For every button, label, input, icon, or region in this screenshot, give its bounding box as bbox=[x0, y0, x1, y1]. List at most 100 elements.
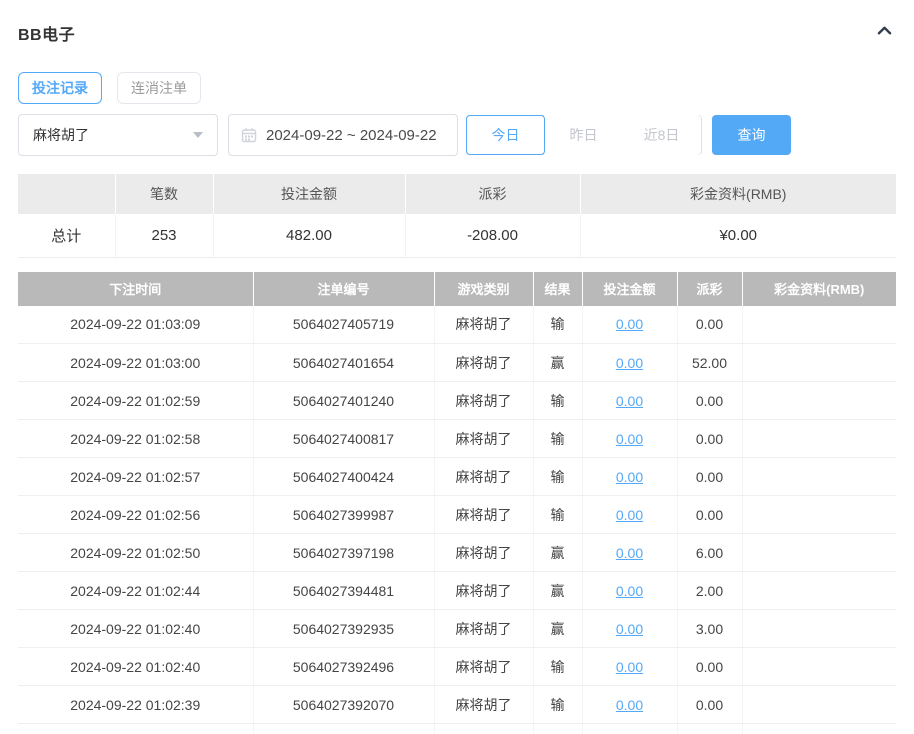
order-id-cell: 5064027394481 bbox=[253, 572, 434, 610]
bet-amount-cell: 0.00 bbox=[582, 724, 677, 734]
game-type-cell: 麻将胡了 bbox=[434, 458, 533, 496]
result-cell: 赢 bbox=[533, 610, 582, 648]
bet-amount-link[interactable]: 0.00 bbox=[616, 659, 643, 675]
bonus-cell bbox=[742, 724, 896, 734]
table-row: 2024-09-22 01:03:095064027405719麻将胡了输0.0… bbox=[18, 306, 896, 344]
bet-time-cell: 2024-09-22 01:03:00 bbox=[18, 344, 253, 382]
table-row: 2024-09-22 01:02:445064027394481麻将胡了赢0.0… bbox=[18, 572, 896, 610]
bet-amount-link[interactable]: 0.00 bbox=[616, 316, 643, 332]
quick-button-yesterday[interactable]: 昨日 bbox=[544, 115, 623, 155]
summary-bonus-value: ¥0.00 bbox=[580, 214, 896, 257]
summary-total-row: 总计 253 482.00 -208.00 ¥0.00 bbox=[18, 214, 896, 257]
bonus-cell bbox=[742, 572, 896, 610]
bet-amount-cell: 0.00 bbox=[582, 420, 677, 458]
result-cell: 输 bbox=[533, 420, 582, 458]
filter-bar: 麻将胡了 2024-09-22 ~ 2024-09-22 今日 昨日 近8日 查… bbox=[18, 114, 896, 156]
bonus-cell bbox=[742, 686, 896, 724]
table-row: 2024-09-22 01:02:405064027392496麻将胡了输0.0… bbox=[18, 648, 896, 686]
bet-time-cell: 2024-09-22 01:02:59 bbox=[18, 382, 253, 420]
tab-cascade-orders[interactable]: 连消注单 bbox=[117, 72, 201, 104]
payout-cell: 0.00 bbox=[677, 458, 742, 496]
quick-date-group: 今日 昨日 近8日 bbox=[466, 115, 702, 155]
bet-amount-link[interactable]: 0.00 bbox=[616, 355, 643, 371]
bet-time-cell: 2024-09-22 01:02:58 bbox=[18, 420, 253, 458]
chevron-up-icon bbox=[875, 21, 894, 45]
bet-amount-cell: 0.00 bbox=[582, 382, 677, 420]
payout-cell: 6.00 bbox=[677, 534, 742, 572]
tabs-bar: 投注记录 连消注单 bbox=[18, 72, 896, 104]
quick-button-today[interactable]: 今日 bbox=[466, 115, 545, 155]
bet-time-cell: 2024-09-22 01:02:56 bbox=[18, 496, 253, 534]
game-type-cell: 麻将胡了 bbox=[434, 496, 533, 534]
panel: BB电子 投注记录 连消注单 麻将胡了 2024-09-22 ~ 2024-09… bbox=[0, 0, 914, 734]
quick-button-last8days[interactable]: 近8日 bbox=[622, 115, 701, 155]
bet-amount-link[interactable]: 0.00 bbox=[616, 583, 643, 599]
records-header-result: 结果 bbox=[533, 272, 582, 306]
bet-amount-cell: 0.00 bbox=[582, 572, 677, 610]
summary-header-bonus: 彩金资料(RMB) bbox=[580, 174, 896, 214]
summary-header-row: 笔数 投注金额 派彩 彩金资料(RMB) bbox=[18, 174, 896, 214]
result-cell: 输 bbox=[533, 724, 582, 734]
order-id-cell: 5064027405719 bbox=[253, 306, 434, 344]
bet-time-cell: 2024-09-22 01:02:40 bbox=[18, 648, 253, 686]
bet-amount-link[interactable]: 0.00 bbox=[616, 545, 643, 561]
page-title: BB电子 bbox=[18, 21, 75, 45]
payout-cell: 0.00 bbox=[677, 724, 742, 734]
bet-time-cell: 2024-09-22 01:02:40 bbox=[18, 610, 253, 648]
game-type-cell: 麻将胡了 bbox=[434, 534, 533, 572]
table-row: 2024-09-22 01:02:405064027392935麻将胡了赢0.0… bbox=[18, 610, 896, 648]
bonus-cell bbox=[742, 610, 896, 648]
date-range-input[interactable]: 2024-09-22 ~ 2024-09-22 bbox=[228, 114, 458, 156]
tab-bet-records[interactable]: 投注记录 bbox=[18, 72, 102, 104]
summary-header-bet-amount: 投注金额 bbox=[213, 174, 405, 214]
summary-header-count: 笔数 bbox=[115, 174, 213, 214]
game-type-cell: 麻将胡了 bbox=[434, 610, 533, 648]
bonus-cell bbox=[742, 420, 896, 458]
table-row: 2024-09-22 01:02:505064027397198麻将胡了赢0.0… bbox=[18, 534, 896, 572]
records-header-bet-amount: 投注金额 bbox=[582, 272, 677, 306]
order-id-cell: 5064027397198 bbox=[253, 534, 434, 572]
records-tbody: 2024-09-22 01:03:095064027405719麻将胡了输0.0… bbox=[18, 306, 896, 734]
order-id-cell: 5064027399987 bbox=[253, 496, 434, 534]
game-select-value: 麻将胡了 bbox=[33, 125, 89, 145]
result-cell: 赢 bbox=[533, 344, 582, 382]
bet-amount-cell: 0.00 bbox=[582, 344, 677, 382]
table-row: 2024-09-22 01:02:585064027400817麻将胡了输0.0… bbox=[18, 420, 896, 458]
payout-cell: 0.00 bbox=[677, 648, 742, 686]
order-id-cell: 5064027401654 bbox=[253, 344, 434, 382]
bet-amount-link[interactable]: 0.00 bbox=[616, 621, 643, 637]
bet-time-cell: 2024-09-22 01:02:50 bbox=[18, 534, 253, 572]
payout-cell: 0.00 bbox=[677, 686, 742, 724]
records-table: 下注时间 注单编号 游戏类别 结果 投注金额 派彩 彩金资料(RMB) 2024… bbox=[18, 272, 896, 734]
result-cell: 输 bbox=[533, 686, 582, 724]
bonus-cell bbox=[742, 344, 896, 382]
game-type-cell: 麻将胡了 bbox=[434, 382, 533, 420]
game-type-cell: 麻将胡了 bbox=[434, 572, 533, 610]
result-cell: 输 bbox=[533, 648, 582, 686]
order-id-cell: 5064027392070 bbox=[253, 686, 434, 724]
summary-header-payout: 派彩 bbox=[405, 174, 580, 214]
bet-amount-link[interactable]: 0.00 bbox=[616, 697, 643, 713]
bet-amount-link[interactable]: 0.00 bbox=[616, 507, 643, 523]
bonus-cell bbox=[742, 534, 896, 572]
payout-cell: 0.00 bbox=[677, 382, 742, 420]
bet-amount-link[interactable]: 0.00 bbox=[616, 431, 643, 447]
chevron-down-icon bbox=[193, 132, 203, 138]
bonus-cell bbox=[742, 306, 896, 344]
calendar-icon bbox=[241, 127, 257, 143]
query-button[interactable]: 查询 bbox=[712, 115, 791, 155]
payout-cell: 3.00 bbox=[677, 610, 742, 648]
table-row: 2024-09-22 01:02:575064027400424麻将胡了输0.0… bbox=[18, 458, 896, 496]
bet-amount-cell: 0.00 bbox=[582, 686, 677, 724]
collapse-button[interactable] bbox=[873, 19, 896, 47]
summary-total-label: 总计 bbox=[18, 214, 115, 257]
date-range-value: 2024-09-22 ~ 2024-09-22 bbox=[266, 127, 437, 144]
bet-amount-link[interactable]: 0.00 bbox=[616, 469, 643, 485]
bet-amount-cell: 0.00 bbox=[582, 496, 677, 534]
table-row: 2024-09-22 01:02:395064027392070麻将胡了输0.0… bbox=[18, 686, 896, 724]
game-select[interactable]: 麻将胡了 bbox=[18, 114, 218, 156]
bet-time-cell: 2024-09-22 01:03:09 bbox=[18, 306, 253, 344]
bonus-cell bbox=[742, 382, 896, 420]
bet-amount-cell: 0.00 bbox=[582, 610, 677, 648]
bet-amount-link[interactable]: 0.00 bbox=[616, 393, 643, 409]
